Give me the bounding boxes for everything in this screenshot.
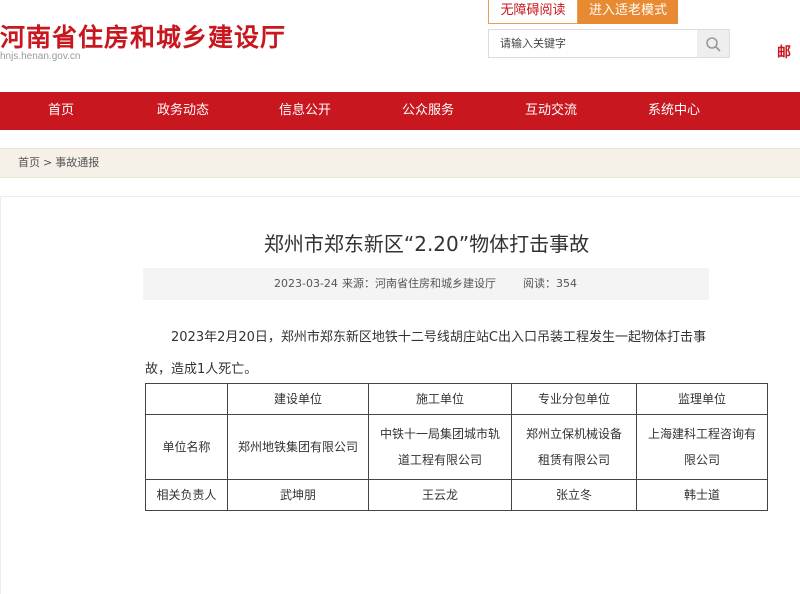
search-button[interactable] xyxy=(697,30,729,57)
cell-line: 限公司 xyxy=(683,453,720,467)
table-cell: 武坤朋 xyxy=(227,479,369,511)
accident-info-table: 建设单位 施工单位 专业分包单位 监理单位 单位名称 郑州地铁集团有限公司 中铁… xyxy=(145,383,768,511)
nav-item-system[interactable]: 系统中心 xyxy=(648,92,700,130)
search-icon xyxy=(706,36,721,51)
article-source: 来源：河南省住房和城乡建设厅 xyxy=(342,277,496,290)
search-input[interactable] xyxy=(489,30,699,57)
accessibility-button[interactable]: 无障碍阅读 xyxy=(488,0,578,24)
table-cell: 郑州地铁集团有限公司 xyxy=(227,414,369,480)
breadcrumb-separator: > xyxy=(43,156,53,169)
article-meta: 2023-03-24 来源：河南省住房和城乡建设厅 阅读：354 xyxy=(143,268,709,300)
table-cell: 王云龙 xyxy=(368,479,512,511)
article-paragraph-line-1: 2023年2月20日，郑州市郑东新区地铁十二号线胡庄站C出入口吊装工程发生一起物… xyxy=(171,330,706,345)
table-row: 单位名称 郑州地铁集团有限公司 中铁十一局集团城市轨 道工程有限公司 郑州立保机械… xyxy=(145,414,768,480)
cell-line: 租赁有限公司 xyxy=(537,453,610,467)
article-paragraph-line-2: 故，造成1人死亡。 xyxy=(145,362,258,377)
table-header-cell: 专业分包单位 xyxy=(511,383,637,415)
nav-item-disclosure[interactable]: 信息公开 xyxy=(279,92,331,130)
article-reads: 阅读：354 xyxy=(523,277,577,290)
table-row: 相关负责人 武坤朋 王云龙 张立冬 韩士道 xyxy=(145,479,768,511)
cell-line: 郑州地铁集团有限公司 xyxy=(237,440,358,454)
main-nav: 首页 政务动态 信息公开 公众服务 互动交流 系统中心 xyxy=(0,92,800,130)
article-title: 郑州市郑东新区“2.20”物体打击事故 xyxy=(263,232,590,256)
site-title[interactable]: 河南省住房和城乡建设厅 xyxy=(0,18,286,54)
mail-logo[interactable]: 邮 xyxy=(777,42,791,62)
cell-line: 道工程有限公司 xyxy=(397,453,482,467)
breadcrumb: 首页 > 事故通报 xyxy=(0,148,800,178)
table-header-cell: 监理单位 xyxy=(636,383,768,415)
cell-line: 中铁十一局集团城市轨 xyxy=(379,427,500,441)
table-cell: 张立冬 xyxy=(511,479,637,511)
table-cell: 韩士道 xyxy=(636,479,768,511)
nav-item-news[interactable]: 政务动态 xyxy=(157,92,209,130)
breadcrumb-current[interactable]: 事故通报 xyxy=(55,156,99,169)
table-header-cell: 施工单位 xyxy=(368,383,512,415)
nav-item-public-service[interactable]: 公众服务 xyxy=(402,92,454,130)
article-date: 2023-03-24 xyxy=(274,277,338,290)
cell-line: 郑州立保机械设备 xyxy=(525,427,622,441)
elder-mode-button[interactable]: 进入适老模式 xyxy=(578,0,678,24)
nav-item-home[interactable]: 首页 xyxy=(48,92,74,130)
breadcrumb-home[interactable]: 首页 xyxy=(18,156,40,169)
table-header-cell xyxy=(145,383,228,415)
table-cell: 郑州立保机械设备 租赁有限公司 xyxy=(511,414,637,480)
table-cell: 中铁十一局集团城市轨 道工程有限公司 xyxy=(368,414,512,480)
mode-buttons: 无障碍阅读 进入适老模式 xyxy=(488,0,678,24)
nav-item-interaction[interactable]: 互动交流 xyxy=(525,92,577,130)
cell-line: 上海建科工程咨询有 xyxy=(647,427,756,441)
search-box xyxy=(488,29,730,58)
table-header-row: 建设单位 施工单位 专业分包单位 监理单位 xyxy=(145,383,768,415)
site-domain: hnjs.henan.gov.cn xyxy=(0,51,81,62)
row-label-cell: 相关负责人 xyxy=(145,479,228,511)
table-header-cell: 建设单位 xyxy=(227,383,369,415)
site-header: 河南省住房和城乡建设厅 hnjs.henan.gov.cn 无障碍阅读 进入适老… xyxy=(0,0,800,92)
table-cell: 上海建科工程咨询有 限公司 xyxy=(636,414,768,480)
row-label-cell: 单位名称 xyxy=(145,414,228,480)
